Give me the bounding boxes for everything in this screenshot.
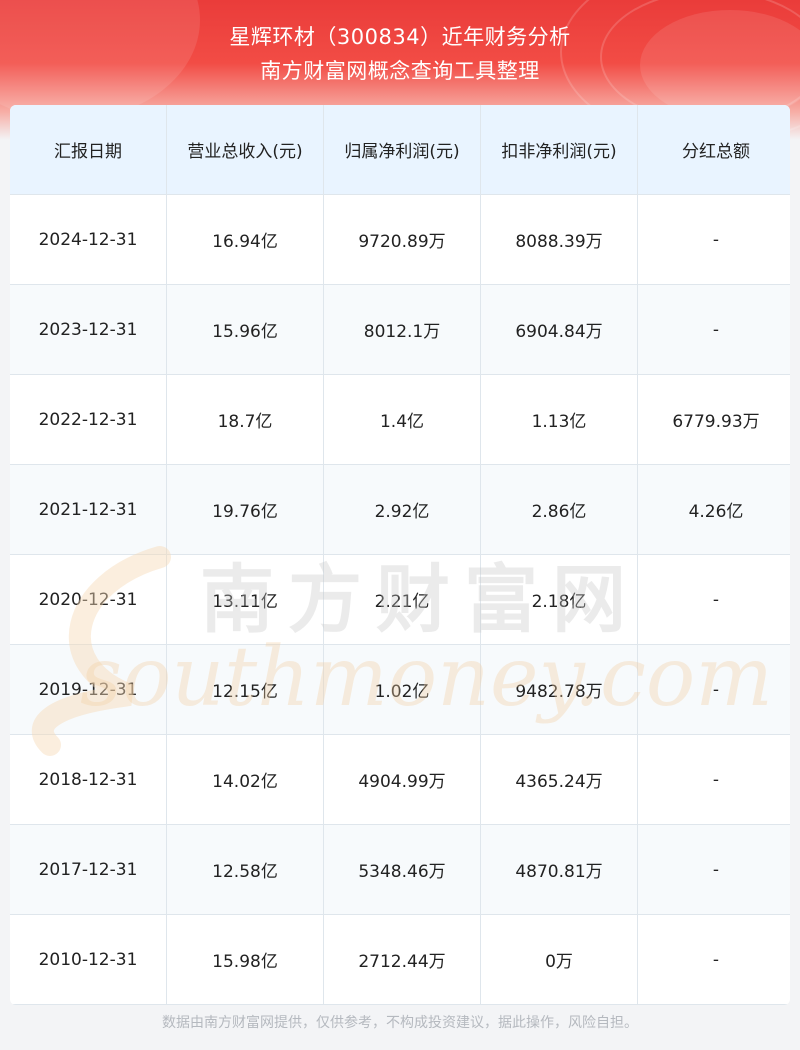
table-cell: - [637, 824, 790, 915]
table-row: 2020-12-31 13.11亿 2.21亿 2.18亿 - [10, 554, 790, 645]
table-body: 2024-12-31 16.94亿 9720.89万 8088.39万 -2023-12… [10, 194, 790, 1005]
table-cell: - [637, 914, 790, 1005]
table-cell: 13.11亿 [166, 554, 324, 645]
table-cell: 2010-12-31 [10, 914, 167, 1005]
table-header: 汇报日期 营业总收入(元) 归属净利润(元) 扣非净利润(元) 分红总额 [10, 105, 790, 195]
column-header: 扣非净利润(元) [480, 105, 638, 195]
table-cell: 9482.78万 [480, 644, 638, 735]
table-header-row: 汇报日期 营业总收入(元) 归属净利润(元) 扣非净利润(元) 分红总额 [10, 105, 790, 195]
page-title: 星辉环材（300834）近年财务分析 [229, 25, 571, 49]
table-cell: 12.15亿 [166, 644, 324, 735]
disclaimer-text: 数据由南方财富网提供，仅供参考，不构成投资建议，据此操作，风险自担。 [162, 1015, 638, 1031]
table-cell: 2712.44万 [323, 914, 481, 1005]
table-cell: 2021-12-31 [10, 464, 167, 555]
table-cell: 4904.99万 [323, 734, 481, 825]
table-row: 2018-12-31 14.02亿 4904.99万 4365.24万 - [10, 734, 790, 825]
table-cell: - [637, 284, 790, 375]
table-cell: 4870.81万 [480, 824, 638, 915]
table-cell: 9720.89万 [323, 194, 481, 285]
table-cell: 1.02亿 [323, 644, 481, 735]
table-cell: 6904.84万 [480, 284, 638, 375]
table-cell: 1.13亿 [480, 374, 638, 465]
table-row: 2022-12-31 18.7亿 1.4亿 1.13亿 6779.93万 [10, 374, 790, 465]
table-cell: 15.98亿 [166, 914, 324, 1005]
table-cell: - [637, 644, 790, 735]
table-row: 2024-12-31 16.94亿 9720.89万 8088.39万 - [10, 194, 790, 285]
table-cell: 1.4亿 [323, 374, 481, 465]
table-row: 2010-12-31 15.98亿 2712.44万 0万 - [10, 914, 790, 1005]
table-cell: 14.02亿 [166, 734, 324, 825]
column-header: 营业总收入(元) [166, 105, 324, 195]
table-cell: 12.58亿 [166, 824, 324, 915]
data-card: 汇报日期 营业总收入(元) 归属净利润(元) 扣非净利润(元) 分红总额 2024-12… [10, 105, 790, 1005]
table-row: 2021-12-31 19.76亿 2.92亿 2.86亿 4.26亿 [10, 464, 790, 555]
table-cell: 2018-12-31 [10, 734, 167, 825]
table-cell: 2023-12-31 [10, 284, 167, 375]
table-cell: 2020-12-31 [10, 554, 167, 645]
table-cell: 4.26亿 [637, 464, 790, 555]
table-cell: 0万 [480, 914, 638, 1005]
table-cell: 2022-12-31 [10, 374, 167, 465]
table-row: 2019-12-31 12.15亿 1.02亿 9482.78万 - [10, 644, 790, 735]
table-cell: 2017-12-31 [10, 824, 167, 915]
column-header: 分红总额 [637, 105, 790, 195]
table-cell: 18.7亿 [166, 374, 324, 465]
column-header: 归属净利润(元) [323, 105, 481, 195]
table-cell: 2.18亿 [480, 554, 638, 645]
table-cell: 2.21亿 [323, 554, 481, 645]
table-cell: - [637, 734, 790, 825]
table-cell: 2019-12-31 [10, 644, 167, 735]
table-cell: 2.92亿 [323, 464, 481, 555]
page-subtitle: 南方财富网概念查询工具整理 [260, 59, 540, 83]
table-cell: 6779.93万 [637, 374, 790, 465]
table-cell: 8012.1万 [323, 284, 481, 375]
table-row: 2023-12-31 15.96亿 8012.1万 6904.84万 - [10, 284, 790, 375]
table-cell: 2024-12-31 [10, 194, 167, 285]
table-cell: - [637, 554, 790, 645]
table-cell: 2.86亿 [480, 464, 638, 555]
table-cell: 19.76亿 [166, 464, 324, 555]
table-cell: 16.94亿 [166, 194, 324, 285]
column-header: 汇报日期 [10, 105, 167, 195]
table-row: 2017-12-31 12.58亿 5348.46万 4870.81万 - [10, 824, 790, 915]
table-cell: 5348.46万 [323, 824, 481, 915]
table-cell: 8088.39万 [480, 194, 638, 285]
table-cell: 15.96亿 [166, 284, 324, 375]
financial-table: 汇报日期 营业总收入(元) 归属净利润(元) 扣非净利润(元) 分红总额 2024-12… [10, 105, 790, 1005]
table-cell: 4365.24万 [480, 734, 638, 825]
table-cell: - [637, 194, 790, 285]
